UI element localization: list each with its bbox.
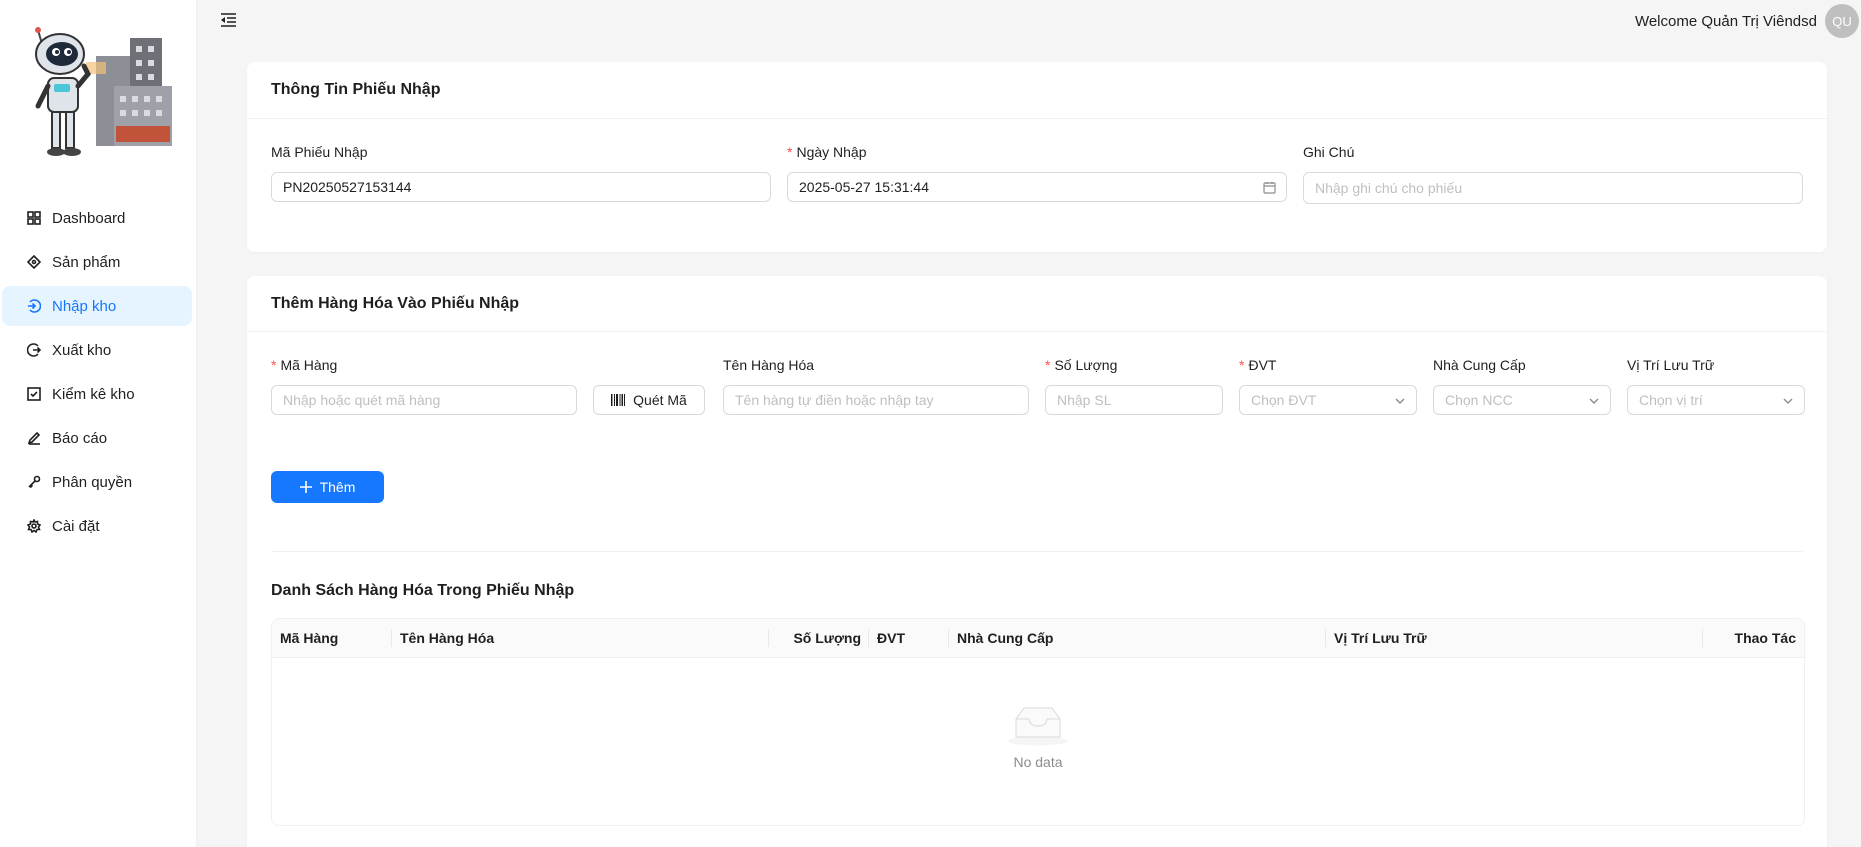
edit-icon [26, 430, 42, 446]
key-icon [26, 474, 42, 490]
product-icon [26, 254, 42, 270]
scan-code-label: Quét Mã [633, 392, 687, 408]
unit-label: * ĐVT [1239, 357, 1277, 373]
unit-select-placeholder: Chọn ĐVT [1251, 392, 1317, 408]
card-title: Thông Tin Phiếu Nhập [247, 62, 1827, 119]
supplier-select-placeholder: Chọn NCC [1445, 392, 1513, 408]
sidebar-item-label: Kiểm kê kho [52, 385, 135, 403]
column-header-item-name: Tên Hàng Hóa [392, 619, 769, 657]
card-title: Thêm Hàng Hóa Vào Phiếu Nhập [247, 276, 1827, 332]
sidebar-item-permissions[interactable]: Phân quyền [2, 462, 192, 502]
dashboard-icon [26, 210, 42, 226]
location-select[interactable]: Chọn vị trí [1627, 385, 1805, 415]
empty-text: No data [1013, 754, 1063, 770]
sidebar-item-import[interactable]: Nhập kho [2, 286, 192, 326]
sidebar: Dashboard Sản phẩm Nhập kho Xuất kho Kiể… [0, 0, 197, 847]
sidebar-item-label: Sản phẩm [52, 253, 121, 271]
checklist-icon [26, 386, 42, 402]
item-code-label: * Mã Hàng [271, 357, 338, 373]
sidebar-item-dashboard[interactable]: Dashboard [2, 198, 192, 238]
item-name-input[interactable] [723, 385, 1029, 415]
column-header-item-code: Mã Hàng [272, 619, 392, 657]
chevron-down-icon [1782, 394, 1794, 406]
menu-collapse-icon[interactable] [220, 12, 240, 30]
empty-state: No data [272, 705, 1804, 770]
sidebar-item-label: Nhập kho [52, 297, 117, 315]
receipt-date-value: 2025-05-27 15:31:44 [799, 179, 929, 195]
column-header-actions: Thao Tác [1734, 630, 1796, 646]
sidebar-item-products[interactable]: Sản phẩm [2, 242, 192, 282]
sidebar-item-label: Cài đặt [52, 517, 100, 535]
supplier-select[interactable]: Chọn NCC [1433, 385, 1611, 415]
import-icon [26, 298, 42, 314]
receipt-code-label: Mã Phiếu Nhập [271, 144, 368, 160]
item-name-label: Tên Hàng Hóa [723, 357, 815, 373]
column-header-unit: ĐVT [869, 619, 949, 657]
note-textarea[interactable] [1303, 172, 1803, 204]
sidebar-item-label: Báo cáo [52, 429, 108, 447]
column-header-location: Vị Trí Lưu Trữ [1326, 619, 1703, 657]
receipt-code-input[interactable] [271, 172, 771, 202]
export-icon [26, 342, 42, 358]
sidebar-item-label: Dashboard [52, 209, 126, 227]
welcome-text: Welcome Quản Trị Viêndsd [1634, 13, 1817, 30]
gear-icon [26, 518, 42, 534]
add-item-label: Thêm [319, 479, 356, 495]
chevron-down-icon [1588, 394, 1600, 406]
sidebar-item-label: Phân quyền [52, 473, 133, 491]
robot-logo [26, 26, 176, 168]
sidebar-item-export[interactable]: Xuất kho [2, 330, 192, 370]
sidebar-item-label: Xuất kho [52, 341, 112, 359]
location-select-placeholder: Chọn vị trí [1639, 392, 1703, 408]
receipt-info-card: Thông Tin Phiếu Nhập Mã Phiếu Nhập *Ngày… [247, 62, 1827, 252]
add-item-button[interactable]: Thêm [271, 471, 384, 503]
note-label: Ghi Chú [1303, 144, 1355, 160]
receipt-date-picker[interactable]: 2025-05-27 15:31:44 [787, 172, 1287, 202]
quantity-input[interactable] [1045, 385, 1223, 415]
divider [271, 551, 1803, 552]
empty-inbox-icon [272, 705, 1804, 746]
column-header-supplier: Nhà Cung Cấp [949, 619, 1326, 657]
side-menu: Dashboard Sản phẩm Nhập kho Xuất kho Kiể… [0, 198, 196, 550]
column-header-quantity: Số Lượng [769, 619, 869, 657]
item-list-table: Mã Hàng Tên Hàng Hóa Số Lượng ĐVT Nhà Cu… [271, 618, 1805, 826]
item-list-title: Danh Sách Hàng Hóa Trong Phiếu Nhập [271, 582, 575, 599]
barcode-icon [611, 394, 626, 406]
calendar-icon [1263, 181, 1276, 197]
location-label: Vị Trí Lưu Trữ [1627, 357, 1715, 373]
chevron-down-icon [1394, 394, 1406, 406]
sidebar-item-reports[interactable]: Báo cáo [2, 418, 192, 458]
sidebar-item-settings[interactable]: Cài đặt [2, 506, 192, 546]
scan-code-button[interactable]: Quét Mã [593, 385, 705, 415]
user-avatar[interactable]: QU [1825, 4, 1859, 38]
receipt-date-label: * Ngày Nhập [787, 144, 867, 160]
plus-icon [299, 481, 312, 493]
add-item-card: Thêm Hàng Hóa Vào Phiếu Nhập *Mã Hàng Qu… [247, 276, 1827, 847]
unit-select[interactable]: Chọn ĐVT [1239, 385, 1417, 415]
quantity-label: * Số Lượng [1045, 357, 1118, 373]
sidebar-item-inventory-check[interactable]: Kiểm kê kho [2, 374, 192, 414]
supplier-label: Nhà Cung Cấp [1433, 357, 1526, 373]
table-header: Mã Hàng Tên Hàng Hóa Số Lượng ĐVT Nhà Cu… [272, 619, 1804, 658]
item-code-input[interactable] [271, 385, 577, 415]
